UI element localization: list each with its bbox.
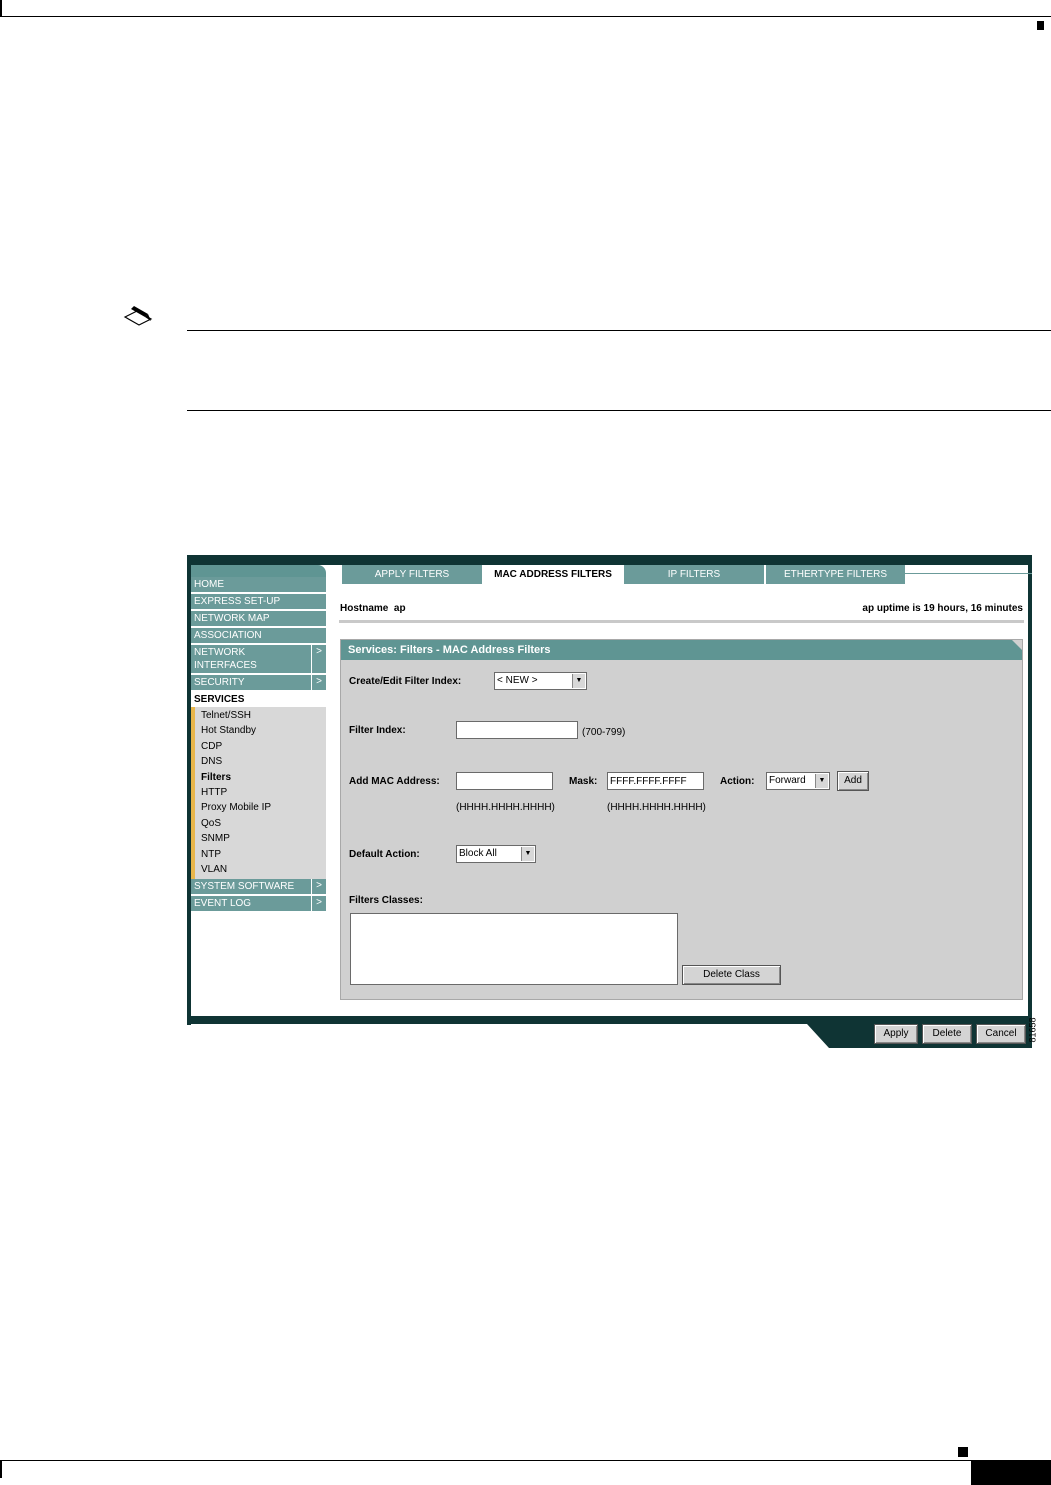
cancel-button[interactable]: Cancel <box>976 1024 1026 1044</box>
apply-button[interactable]: Apply <box>874 1024 918 1044</box>
uptime-label: ap uptime is 19 hours, 16 minutes <box>862 603 1023 614</box>
action-label: Action: <box>720 776 755 787</box>
delete-class-button[interactable]: Delete Class <box>682 965 781 985</box>
mac-filters-panel: Services: Filters - MAC Address Filters … <box>340 639 1023 1000</box>
filter-tabs: APPLY FILTERS MAC ADDRESS FILTERS IP FIL… <box>342 565 1028 585</box>
mask-format-hint: (HHHH.HHHH.HHHH) <box>607 802 706 813</box>
expand-arrow-icon[interactable]: > <box>311 645 326 673</box>
tab-mac-address-filters[interactable]: MAC ADDRESS FILTERS <box>484 565 624 584</box>
hostname-label: Hostname ap <box>340 603 406 614</box>
filter-index-range-hint: (700-799) <box>582 727 626 738</box>
subnav-item-snmp[interactable]: SNMP <box>195 831 326 846</box>
subnav-item-dns[interactable]: DNS <box>195 754 326 769</box>
mask-input[interactable] <box>607 772 704 790</box>
action-select[interactable]: Forward ▼ <box>766 772 830 790</box>
footer-marker <box>958 1447 968 1457</box>
nav-item-express-setup[interactable]: EXPRESS SET-UP <box>191 594 326 611</box>
subnav-item-http[interactable]: HTTP <box>195 785 326 800</box>
tab-ip-filters[interactable]: IP FILTERS <box>624 565 766 584</box>
nav-item-security[interactable]: SECURITY > <box>191 675 326 692</box>
subnav-item-filters[interactable]: Filters <box>195 770 326 785</box>
subnav-item-cdp[interactable]: CDP <box>195 739 326 754</box>
nav-item-services[interactable]: SERVICES <box>191 692 326 707</box>
chevron-down-icon: ▼ <box>815 774 828 788</box>
subnav-item-proxy-mobile-ip[interactable]: Proxy Mobile IP <box>195 800 326 815</box>
note-pencil-icon <box>123 306 153 326</box>
header-tick <box>0 0 2 17</box>
tab-apply-filters[interactable]: APPLY FILTERS <box>342 565 484 584</box>
filters-classes-list[interactable] <box>350 913 678 985</box>
expand-arrow-icon[interactable]: > <box>311 896 326 912</box>
subnav-item-telnet-ssh[interactable]: Telnet/SSH <box>195 708 326 723</box>
delete-button[interactable]: Delete <box>922 1024 972 1044</box>
figure-id: 81658 <box>1027 1017 1038 1043</box>
mac-format-hint: (HHHH.HHHH.HHHH) <box>456 802 555 813</box>
services-subnav: Telnet/SSH Hot Standby CDP DNS Filters H… <box>191 707 326 880</box>
left-nav: HOME EXPRESS SET-UP NETWORK MAP ASSOCIAT… <box>191 565 326 914</box>
header-rule <box>0 16 1051 17</box>
filter-index-input[interactable] <box>456 721 578 739</box>
nav-item-association[interactable]: ASSOCIATION <box>191 628 326 645</box>
default-action-select[interactable]: Block All ▼ <box>456 845 536 863</box>
add-mac-label: Add MAC Address: <box>349 776 440 787</box>
nav-item-system-software[interactable]: SYSTEM SOFTWARE > <box>191 879 326 897</box>
create-edit-label: Create/Edit Filter Index: <box>349 676 462 687</box>
default-action-label: Default Action: <box>349 849 420 860</box>
footer-rule <box>0 1460 1051 1461</box>
subnav-item-hot-standby[interactable]: Hot Standby <box>195 723 326 738</box>
nav-item-event-log[interactable]: EVENT LOG > <box>191 896 326 914</box>
subnav-item-vlan[interactable]: VLAN <box>195 862 326 877</box>
footer-tick <box>0 1460 2 1478</box>
subnav-item-ntp[interactable]: NTP <box>195 847 326 862</box>
nav-item-home[interactable]: HOME <box>191 577 326 594</box>
chevron-down-icon: ▼ <box>572 674 585 688</box>
panel-title: Services: Filters - MAC Address Filters <box>341 640 1022 660</box>
note-rule-bottom <box>187 410 1051 411</box>
subnav-item-qos[interactable]: QoS <box>195 816 326 831</box>
ap-web-ui-screenshot: HOME EXPRESS SET-UP NETWORK MAP ASSOCIAT… <box>187 555 1032 1048</box>
nav-item-network-map[interactable]: NETWORK MAP <box>191 611 326 628</box>
nav-item-network-interfaces[interactable]: NETWORK INTERFACES > <box>191 645 326 675</box>
page-number-block <box>971 1461 1051 1485</box>
filter-index-label: Filter Index: <box>349 725 406 736</box>
mac-address-input[interactable] <box>456 772 553 790</box>
chevron-down-icon: ▼ <box>521 847 534 861</box>
note-rule-top <box>187 330 1051 331</box>
header-marker <box>1037 21 1044 30</box>
mask-label: Mask: <box>569 776 598 787</box>
add-button[interactable]: Add <box>837 771 869 791</box>
expand-arrow-icon[interactable]: > <box>311 879 326 895</box>
tab-ethertype-filters[interactable]: ETHERTYPE FILTERS <box>766 565 907 584</box>
filters-classes-label: Filters Classes: <box>349 895 423 906</box>
filter-index-select[interactable]: < NEW > ▼ <box>494 672 587 690</box>
expand-arrow-icon[interactable]: > <box>311 675 326 690</box>
